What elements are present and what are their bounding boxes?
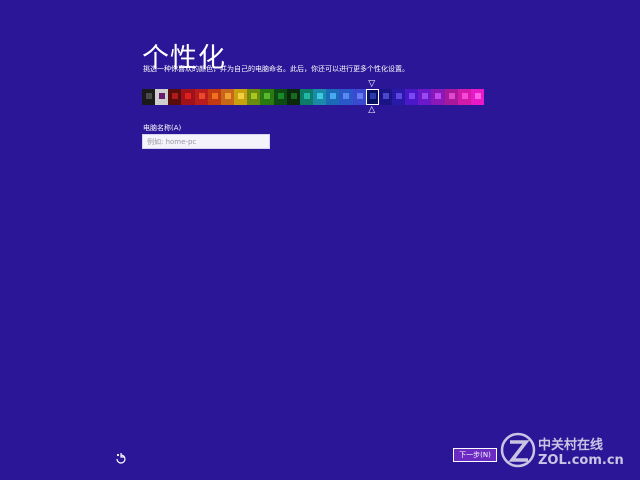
color-swatch[interactable]: [339, 89, 353, 105]
color-swatch-accent: [172, 93, 179, 99]
color-swatch-accent: [382, 93, 389, 99]
page-description: 挑选一种你喜欢的颜色，并为自己的电脑命名。此后，你还可以进行更多个性化设置。: [143, 65, 409, 73]
color-swatch-accent: [448, 93, 455, 99]
color-swatch[interactable]: [260, 89, 274, 105]
color-swatch-accent: [159, 93, 166, 99]
color-swatch-accent: [303, 93, 310, 99]
color-swatch[interactable]: [207, 89, 221, 105]
color-swatch[interactable]: [365, 89, 379, 105]
watermark: 中关村在线 ZOL.com.cn: [500, 430, 632, 472]
color-swatch[interactable]: [181, 89, 195, 105]
color-swatch-accent: [474, 93, 481, 99]
watermark-line2: ZOL.com.cn: [538, 453, 624, 468]
color-swatch-accent: [264, 93, 271, 99]
color-swatch-accent: [435, 93, 442, 99]
zol-logo-icon: [500, 432, 536, 468]
selected-color-indicator-top: ▽: [368, 79, 376, 89]
color-swatch-accent: [356, 93, 363, 99]
color-swatch[interactable]: [470, 89, 485, 105]
color-swatch-accent: [277, 93, 284, 99]
color-swatch-accent: [343, 93, 350, 99]
color-swatch-accent: [238, 93, 245, 99]
color-swatch[interactable]: [418, 89, 432, 105]
color-swatch-accent: [290, 93, 297, 99]
color-swatch[interactable]: [142, 89, 156, 105]
color-swatch[interactable]: [286, 89, 300, 105]
color-swatch[interactable]: [405, 89, 419, 105]
color-swatch-accent: [330, 93, 337, 99]
color-swatch[interactable]: [194, 89, 208, 105]
color-swatch-accent: [224, 93, 231, 99]
selected-color-indicator-bottom: △: [368, 105, 376, 115]
color-swatch-accent: [369, 93, 376, 99]
color-swatch-accent: [198, 93, 205, 99]
color-swatch[interactable]: [299, 89, 314, 105]
color-swatch-accent: [185, 93, 192, 99]
color-swatch-accent: [395, 93, 402, 99]
watermark-line1: 中关村在线: [538, 438, 604, 453]
color-swatch[interactable]: [273, 89, 287, 105]
color-swatch[interactable]: [326, 89, 340, 105]
color-swatch[interactable]: [220, 89, 235, 105]
color-swatch-accent: [251, 93, 258, 99]
computer-name-input[interactable]: [142, 134, 270, 149]
color-swatch[interactable]: [352, 89, 366, 105]
color-palette[interactable]: [142, 89, 485, 105]
color-swatch-accent: [409, 93, 416, 99]
color-swatch[interactable]: [155, 89, 169, 105]
color-swatch[interactable]: [247, 89, 261, 105]
color-swatch-accent: [146, 93, 152, 99]
color-swatch-accent: [211, 93, 218, 99]
next-button[interactable]: 下一步(N): [453, 448, 497, 462]
color-swatch-accent: [461, 93, 468, 99]
color-swatch[interactable]: [378, 89, 392, 105]
computer-name-label: 电脑名称(A): [143, 124, 182, 132]
ease-of-access-glyph: [116, 453, 126, 464]
color-swatch[interactable]: [391, 89, 406, 105]
color-swatch[interactable]: [168, 89, 182, 105]
color-swatch[interactable]: [313, 89, 327, 105]
color-swatch[interactable]: [234, 89, 248, 105]
color-swatch[interactable]: [457, 89, 471, 105]
color-swatch[interactable]: [431, 89, 445, 105]
color-swatch-accent: [422, 93, 429, 99]
color-swatch-accent: [317, 93, 324, 99]
ease-of-access-icon[interactable]: [114, 451, 128, 465]
color-swatch[interactable]: [444, 89, 458, 105]
